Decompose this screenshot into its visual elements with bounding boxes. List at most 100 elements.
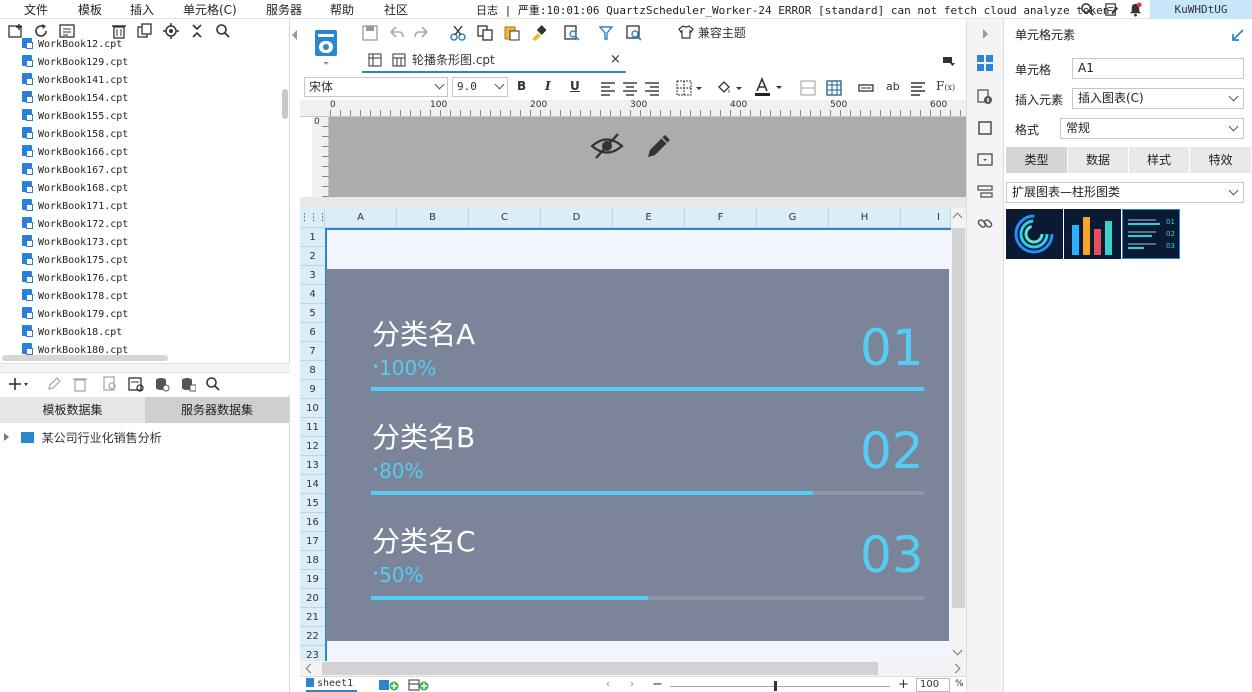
row-header[interactable]: 22 <box>300 627 325 646</box>
row-header[interactable]: 21 <box>300 608 325 627</box>
bar-carousel-thumbnail[interactable]: 01 02 03 <box>1122 209 1180 259</box>
zoom-in-button[interactable]: + <box>898 677 909 692</box>
merge-icon[interactable] <box>858 80 874 96</box>
row-header[interactable]: 11 <box>300 418 325 437</box>
refresh-icon[interactable] <box>33 23 49 39</box>
row-header[interactable]: 17 <box>300 532 325 551</box>
condition-icon[interactable] <box>977 184 993 200</box>
collapse-icon[interactable] <box>189 23 205 39</box>
file-item[interactable]: WorkBook167.cpt <box>22 163 128 181</box>
zoom-slider[interactable] <box>670 686 890 687</box>
row-header[interactable]: 4 <box>300 285 325 304</box>
bar-chart-thumbnail[interactable] <box>1064 209 1121 259</box>
tab-style[interactable]: 样式 <box>1129 147 1190 173</box>
vertical-scrollbar[interactable] <box>282 89 288 119</box>
bold-button[interactable]: B <box>517 79 526 93</box>
row-header[interactable]: 19 <box>300 570 325 589</box>
text-ab-button[interactable]: ab <box>886 80 900 93</box>
file-item[interactable]: WorkBook180.cpt <box>22 343 128 355</box>
underline-button[interactable]: U <box>570 79 580 93</box>
locate-icon[interactable] <box>163 23 179 39</box>
server-database-icon[interactable] <box>180 376 196 392</box>
compat-theme-button[interactable]: 兼容主题 <box>678 24 746 42</box>
insert-element-select[interactable]: 插入图表(C) <box>1072 88 1244 109</box>
file-item[interactable]: WorkBook158.cpt <box>22 127 128 145</box>
collapse-left-panel-icon[interactable] <box>292 30 297 40</box>
row-header[interactable]: 18 <box>300 551 325 570</box>
file-item[interactable]: WorkBook175.cpt <box>22 253 128 271</box>
bell-icon[interactable] <box>1128 2 1143 17</box>
zoom-out-button[interactable]: − <box>652 677 663 692</box>
tab-type[interactable]: 类型 <box>1006 147 1068 173</box>
new-folder-icon[interactable] <box>8 23 24 39</box>
font-size-select[interactable]: 9.0 <box>452 77 508 97</box>
cell-border-icon[interactable] <box>800 80 816 96</box>
selected-cell[interactable] <box>325 228 951 230</box>
file-tab[interactable]: 轮播条形图.cpt × <box>362 49 626 73</box>
column-header[interactable]: I <box>901 208 951 228</box>
hyperlink-icon[interactable] <box>977 216 993 232</box>
tab-effect[interactable]: 特效 <box>1190 147 1252 173</box>
cut-icon[interactable] <box>450 25 466 41</box>
align-left-icon[interactable] <box>600 80 616 96</box>
database-icon[interactable] <box>154 376 170 392</box>
undo-icon[interactable] <box>388 25 404 41</box>
delete-icon[interactable] <box>111 23 127 39</box>
row-header[interactable]: 14 <box>300 475 325 494</box>
hide-eye-icon[interactable] <box>590 131 624 161</box>
formula-button[interactable]: F(x) <box>936 79 955 93</box>
row-header[interactable]: 20 <box>300 589 325 608</box>
sheet-prev-icon[interactable]: ‹ <box>606 679 610 690</box>
sheet-next-icon[interactable]: › <box>630 679 634 690</box>
file-item[interactable]: WorkBook141.cpt <box>22 73 128 91</box>
inspect-icon[interactable] <box>626 25 642 41</box>
zoom-slider-handle[interactable] <box>774 681 777 691</box>
column-header[interactable]: G <box>757 208 829 228</box>
row-header[interactable]: 7 <box>300 342 325 361</box>
text-wrap-icon[interactable] <box>910 80 926 96</box>
menu-cell[interactable]: 单元格(C) <box>183 1 237 18</box>
format-painter-icon[interactable] <box>530 25 546 41</box>
italic-button[interactable]: I <box>545 79 551 93</box>
menu-server[interactable]: 服务器 <box>266 1 302 18</box>
file-item[interactable]: WorkBook154.cpt <box>22 91 128 109</box>
cell-field[interactable]: A1 <box>1072 58 1244 79</box>
vertical-scrollbar-thumb[interactable] <box>952 228 965 608</box>
file-item[interactable]: WorkBook129.cpt <box>22 55 128 73</box>
copy-icon[interactable] <box>477 25 493 41</box>
row-header[interactable]: 12 <box>300 437 325 456</box>
align-right-icon[interactable] <box>644 80 660 96</box>
tab-data[interactable]: 数据 <box>1068 147 1129 173</box>
data-filter-icon[interactable] <box>598 25 614 41</box>
cell-attribute-icon[interactable] <box>977 89 993 105</box>
widget-icon[interactable] <box>977 152 993 168</box>
expand-arrow-icon[interactable] <box>1232 28 1245 41</box>
file-item[interactable]: WorkBook172.cpt <box>22 217 128 235</box>
column-header[interactable]: H <box>829 208 901 228</box>
bar-carousel-chart[interactable]: 分类名A •100% 01 分类名B •80% 02 分类名C •50% 03 <box>326 269 949 641</box>
file-item[interactable]: WorkBook12.cpt <box>22 38 122 55</box>
row-header[interactable]: 1 <box>300 228 325 247</box>
file-item[interactable]: WorkBook166.cpt <box>22 145 128 163</box>
file-item[interactable]: WorkBook171.cpt <box>22 199 128 217</box>
chart-type-select[interactable]: 扩展图表—柱形图类 <box>1006 182 1244 203</box>
font-color-icon[interactable] <box>754 77 784 97</box>
zoom-input[interactable]: 100 <box>916 678 950 692</box>
row-header[interactable]: 6 <box>300 323 325 342</box>
log-message[interactable]: 日志 | 严重:10:01:06 QuartzScheduler_Worker-… <box>476 2 1116 18</box>
row-header[interactable]: 3 <box>300 266 325 285</box>
file-item[interactable]: WorkBook18.cpt <box>22 325 122 343</box>
preview-search-icon[interactable] <box>564 25 580 41</box>
open-template-icon[interactable] <box>59 23 75 39</box>
menu-help[interactable]: 帮助 <box>330 1 354 18</box>
add-poly-sheet-icon[interactable] <box>408 679 430 691</box>
column-header[interactable]: A <box>325 208 397 228</box>
edit-icon[interactable] <box>46 376 62 392</box>
search-icon[interactable] <box>205 376 221 392</box>
column-header[interactable]: B <box>397 208 469 228</box>
user-badge[interactable]: KuWHDtUG <box>1150 0 1252 19</box>
paste-icon[interactable] <box>504 25 520 41</box>
format-select[interactable]: 常规 <box>1060 118 1244 139</box>
table-icon[interactable] <box>826 80 842 96</box>
row-header[interactable]: 16 <box>300 513 325 532</box>
